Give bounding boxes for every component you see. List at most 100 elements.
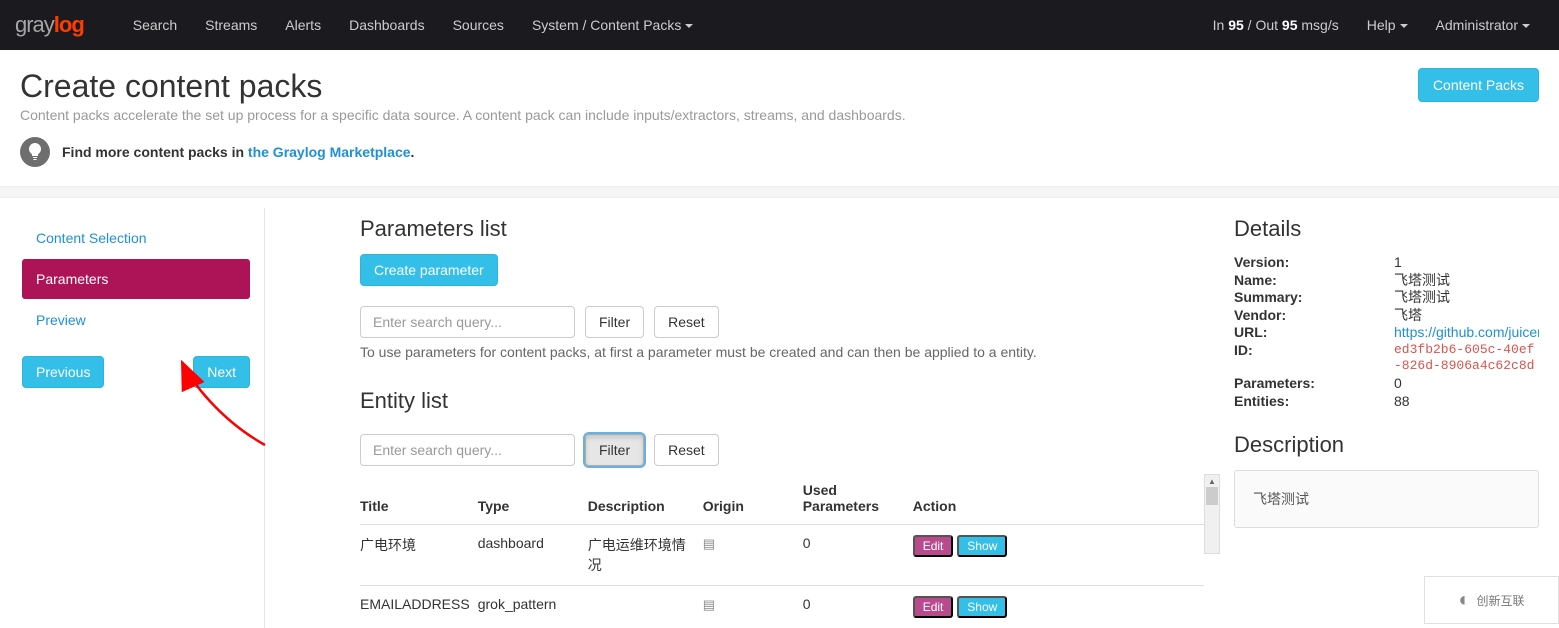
label-name: Name: [1234,272,1394,290]
cell-action: Edit Show [913,586,1204,628]
info-text: Find more content packs in the Graylog M… [62,144,414,160]
val-parameters: 0 [1394,375,1539,393]
top-navbar: graylog Search Streams Alerts Dashboards… [0,0,1559,50]
table-row: 广电环境 dashboard 广电运维环境情况 ▤ 0 Edit Show [360,525,1204,586]
val-summary: 飞塔测试 [1394,289,1539,307]
val-url: https://github.com/juiceman84 [1394,324,1539,342]
col-description: Description [588,474,703,525]
details-title: Details [1234,216,1539,242]
col-type: Type [478,474,588,525]
cell-description: 广电运维环境情况 [588,525,703,586]
val-id: ed3fb2b6-605c-40ef-826d-8906a4c62c8d [1394,342,1539,376]
label-summary: Summary: [1234,289,1394,307]
show-button[interactable]: Show [957,535,1007,557]
lightbulb-icon [20,137,50,167]
col-action: Action [913,474,1204,525]
description-title: Description [1234,432,1539,458]
previous-button[interactable]: Previous [22,356,104,388]
col-used: Used Parameters [803,474,913,525]
server-icon: ▤ [703,536,715,551]
cell-used: 0 [803,525,913,586]
page-subtitle: Content packs accelerate the set up proc… [20,107,1418,123]
cell-origin: ▤ [703,525,803,586]
wizard-step-parameters[interactable]: Parameters [22,259,250,299]
content-packs-button[interactable]: Content Packs [1418,68,1539,102]
logo-text-left: gray [15,12,54,37]
nav-admin[interactable]: Administrator [1422,17,1544,33]
scrollbar[interactable]: ▲ [1204,474,1220,554]
val-vendor: 飞塔 [1394,307,1539,325]
table-row: EMAILADDRESS grok_pattern ▤ 0 Edit Show [360,586,1204,628]
nav-help[interactable]: Help [1353,17,1422,33]
parameters-title: Parameters list [360,216,1204,242]
logo-text-right: log [54,12,84,37]
cell-action: Edit Show [913,525,1204,586]
divider [0,186,1559,198]
edit-button[interactable]: Edit [913,596,954,618]
nav-alerts[interactable]: Alerts [271,2,335,48]
cell-description [588,586,703,628]
entity-reset-button[interactable]: Reset [654,434,719,466]
details-panel: Details Version:1 Name:飞塔测试 Summary:飞塔测试… [1224,208,1559,628]
val-version: 1 [1394,254,1539,272]
nav-system-label: System / Content Packs [532,17,681,33]
cell-type: grok_pattern [478,586,588,628]
caret-down-icon [1400,24,1408,28]
page-title: Create content packs [20,68,1418,105]
page-header: Create content packs Content packs accel… [0,50,1559,186]
edit-button[interactable]: Edit [913,535,954,557]
cell-type: dashboard [478,525,588,586]
nav-links: Search Streams Alerts Dashboards Sources… [119,2,708,48]
label-vendor: Vendor: [1234,307,1394,325]
cell-used: 0 [803,586,913,628]
label-id: ID: [1234,342,1394,376]
cell-title: EMAILADDRESS [360,586,478,628]
entity-search-input[interactable] [360,434,575,466]
caret-down-icon [685,24,693,28]
label-parameters: Parameters: [1234,375,1394,393]
wizard-step-content-selection[interactable]: Content Selection [22,218,250,258]
entity-table: Title Type Description Origin Used Param… [360,474,1204,628]
entity-filter-button[interactable]: Filter [585,434,644,466]
throughput: In 95 / Out 95 msg/s [1199,17,1353,33]
logo[interactable]: graylog [15,12,84,38]
nav-sources[interactable]: Sources [439,2,518,48]
url-link[interactable]: https://github.com/juiceman84 [1394,324,1539,340]
entity-list-title: Entity list [360,388,1204,414]
cell-origin: ▤ [703,586,803,628]
marketplace-link[interactable]: the Graylog Marketplace [248,144,411,160]
scroll-thumb[interactable] [1206,487,1218,505]
param-filter-button[interactable]: Filter [585,306,644,338]
watermark-text: 创新互联 [1477,592,1525,609]
main-panel: Parameters list Create parameter Filter … [265,208,1224,628]
nav-system[interactable]: System / Content Packs [518,2,707,48]
nav-dashboards[interactable]: Dashboards [335,2,439,48]
caret-down-icon [1522,24,1530,28]
wizard-step-preview[interactable]: Preview [22,300,250,340]
param-reset-button[interactable]: Reset [654,306,719,338]
label-url: URL: [1234,324,1394,342]
col-title: Title [360,474,478,525]
entity-table-wrap: Title Type Description Origin Used Param… [360,474,1204,628]
val-entities: 88 [1394,393,1539,411]
watermark: ◐ 创新互联 [1424,576,1559,624]
param-search-input[interactable] [360,306,575,338]
label-entities: Entities: [1234,393,1394,411]
create-parameter-button[interactable]: Create parameter [360,254,498,286]
nav-search[interactable]: Search [119,2,191,48]
val-name: 飞塔测试 [1394,272,1539,290]
content: Content Selection Parameters Preview Pre… [0,198,1559,628]
next-button[interactable]: Next [193,356,250,388]
cell-title: 广电环境 [360,525,478,586]
col-origin: Origin [703,474,803,525]
wizard-sidebar: Content Selection Parameters Preview Pre… [0,208,265,628]
description-box: 飞塔测试 [1234,470,1539,528]
param-hint: To use parameters for content packs, at … [360,344,1204,360]
show-button[interactable]: Show [957,596,1007,618]
nav-right: In 95 / Out 95 msg/s Help Administrator [1199,17,1544,33]
nav-streams[interactable]: Streams [191,2,271,48]
scroll-up-icon[interactable]: ▲ [1208,477,1216,486]
watermark-icon: ◐ [1458,589,1470,612]
label-version: Version: [1234,254,1394,272]
server-icon: ▤ [703,597,715,612]
